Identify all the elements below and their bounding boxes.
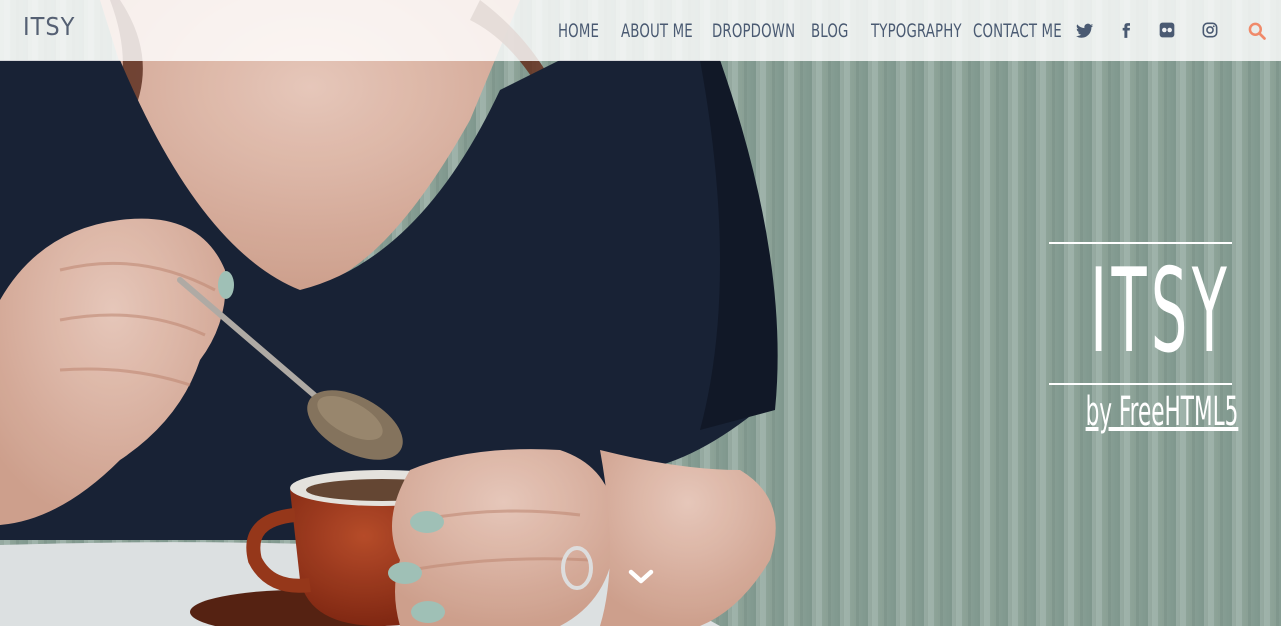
hero-title: ITSY bbox=[1090, 244, 1232, 379]
nav-link-typography[interactable]: TYPOGRAPHY bbox=[871, 20, 962, 42]
hero-section: ITSY HOME ABOUT ME DROPDOWN BLOG TYPOGRA… bbox=[0, 0, 1281, 626]
nav-item-contact-me: CONTACT ME bbox=[973, 20, 1062, 42]
hero-subtitle: by FreeHTML5 bbox=[1085, 389, 1239, 435]
main-menu: HOME ABOUT ME DROPDOWN BLOG TYPOGRAPHY C… bbox=[558, 0, 1062, 61]
site-brand-link[interactable]: ITSY bbox=[23, 12, 75, 41]
nav-link-about-me[interactable]: ABOUT ME bbox=[621, 20, 693, 42]
top-navbar: ITSY HOME ABOUT ME DROPDOWN BLOG TYPOGRA… bbox=[0, 0, 1281, 61]
nav-item-home: HOME bbox=[558, 20, 599, 42]
instagram-icon[interactable] bbox=[1202, 22, 1218, 38]
nav-link-home[interactable]: HOME bbox=[558, 20, 599, 42]
nav-link-blog[interactable]: BLOG bbox=[811, 20, 849, 42]
nav-item-about-me: ABOUT ME bbox=[621, 20, 693, 42]
logo-middle-rule bbox=[1049, 383, 1232, 385]
twitter-icon[interactable] bbox=[1076, 22, 1094, 40]
nav-item-typography: TYPOGRAPHY bbox=[871, 20, 962, 42]
facebook-icon[interactable] bbox=[1118, 21, 1134, 40]
chevron-down-icon[interactable] bbox=[628, 568, 654, 586]
nav-item-dropdown: DROPDOWN bbox=[712, 20, 795, 42]
search-icon[interactable] bbox=[1247, 21, 1267, 41]
nav-link-contact-me[interactable]: CONTACT ME bbox=[973, 20, 1062, 42]
nav-item-blog: BLOG bbox=[811, 20, 848, 42]
hero-logo: ITSY by FreeHTML5 bbox=[1049, 242, 1239, 436]
flickr-icon[interactable] bbox=[1159, 22, 1175, 38]
nav-link-dropdown[interactable]: DROPDOWN bbox=[712, 20, 795, 42]
